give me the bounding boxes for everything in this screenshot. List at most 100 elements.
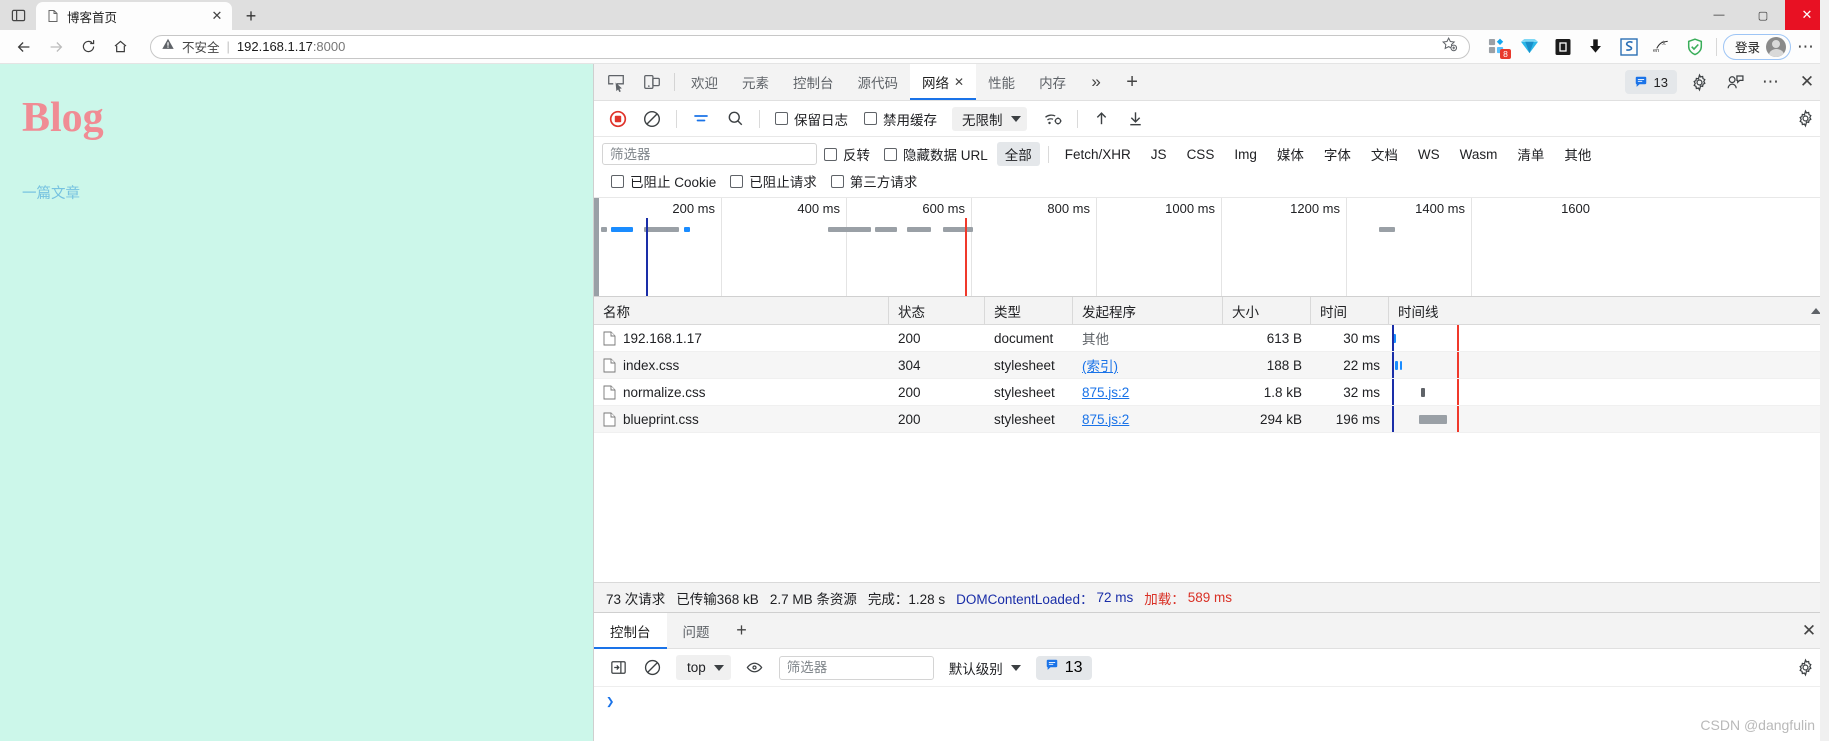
tab-network-close-icon[interactable]: ✕ [954,75,964,89]
tab-welcome[interactable]: 欢迎 [679,64,730,100]
extensions-puzzle-icon[interactable]: 8 [1482,33,1512,61]
overview-tick-label: 1600 [1561,201,1590,216]
devtools-more-icon[interactable]: ⋯ [1753,67,1789,97]
column-header-status[interactable]: 状态 [889,297,985,324]
column-header-size[interactable]: 大小 [1223,297,1311,324]
record-stop-icon[interactable] [602,105,634,133]
console-message-badge[interactable]: 13 [1035,655,1092,680]
invert-checkbox[interactable]: 反转 [824,144,870,164]
column-header-waterfall[interactable]: 时间线 [1389,297,1829,324]
device-toolbar-icon[interactable] [634,67,670,97]
filter-type-img[interactable]: Img [1226,145,1265,164]
import-har-icon[interactable] [1086,105,1118,133]
third-party-checkbox[interactable]: 第三方请求 [830,171,917,191]
network-settings-gear-icon[interactable] [1789,105,1821,133]
hide-data-urls-checkbox[interactable]: 隐藏数据 URL [884,144,988,164]
filter-type-css[interactable]: CSS [1179,145,1223,164]
initiator-link[interactable]: 875.js:2 [1082,412,1129,427]
diamond-extension-icon[interactable] [1515,33,1545,61]
column-header-type[interactable]: 类型 [985,297,1073,324]
browser-menu-icon[interactable]: ⋯ [1791,33,1821,61]
article-link[interactable]: 一篇文章 [22,182,593,203]
minimize-button[interactable]: — [1697,0,1741,30]
blocked-cookies-checkbox[interactable]: 已阻止 Cookie [611,171,716,191]
inspect-element-icon[interactable] [598,67,634,97]
tab-network[interactable]: 网络 ✕ [910,64,977,100]
console-settings-gear-icon[interactable] [1789,654,1821,682]
export-har-icon[interactable] [1120,105,1152,133]
tab-elements[interactable]: 元素 [730,64,781,100]
file-document-icon [603,331,616,346]
tab-memory[interactable]: 内存 [1027,64,1078,100]
browser-tab[interactable]: 博客首页 ✕ [36,2,232,30]
search-icon[interactable] [719,105,751,133]
table-row[interactable]: blueprint.css 200 stylesheet 875.js:2 29… [594,406,1829,433]
blocked-requests-checkbox[interactable]: 已阻止请求 [730,171,817,191]
tab-sources[interactable]: 源代码 [846,64,911,100]
console-context-selector[interactable]: top [676,655,731,680]
tab-performance[interactable]: 性能 [976,64,1027,100]
adblock-shield-icon[interactable] [1680,33,1710,61]
more-tabs-icon[interactable]: » [1078,67,1114,97]
filter-type-all[interactable]: 全部 [996,142,1040,166]
overview-request-bar [611,227,633,232]
sogou-extension-icon[interactable] [1614,33,1644,61]
home-icon[interactable] [104,32,136,62]
gear-icon[interactable] [1681,67,1717,97]
initiator-link[interactable]: 875.js:2 [1082,385,1129,400]
column-header-initiator[interactable]: 发起程序 [1073,297,1223,324]
initiator-link[interactable]: (索引) [1082,355,1118,375]
network-filter-input[interactable] [602,143,817,165]
console-filter-input[interactable] [778,655,934,680]
throttling-dropdown[interactable]: 无限制 [952,106,1027,131]
login-button[interactable]: 登录 [1722,33,1791,60]
tab-close-icon[interactable]: ✕ [208,7,226,25]
back-icon[interactable] [8,32,40,62]
column-header-time[interactable]: 时间 [1311,297,1389,324]
clear-console-icon[interactable] [636,654,668,682]
filter-type-font[interactable]: 字体 [1316,142,1359,166]
preserve-log-checkbox[interactable]: 保留日志 [775,109,848,129]
console-message-count-badge[interactable]: 13 [1624,70,1677,94]
filter-type-ws[interactable]: WS [1410,145,1448,164]
filter-type-js[interactable]: JS [1143,145,1175,164]
cell-name: index.css [594,352,889,378]
network-overview-timeline[interactable]: 200 ms 400 ms 600 ms 800 ms 1000 ms 1200… [594,198,1829,297]
devices-feedback-icon[interactable] [1717,67,1753,97]
dark-square-extension-icon[interactable] [1548,33,1578,61]
console-output[interactable]: ❯ [594,687,1829,741]
add-panel-icon[interactable]: + [1114,67,1150,97]
download-icon[interactable] [1581,33,1611,61]
console-log-level-selector[interactable]: 默认级别 [942,655,1028,680]
table-row[interactable]: 192.168.1.17 200 document 其他 613 B 30 ms [594,325,1829,352]
waterfall-bar [1395,361,1398,370]
maximize-button[interactable]: ▢ [1741,0,1785,30]
console-sidebar-icon[interactable] [602,654,634,682]
filter-type-doc[interactable]: 文档 [1363,142,1406,166]
drawer-tab-issues[interactable]: 问题 [667,613,726,649]
new-tab-button[interactable]: + [238,3,264,29]
filter-type-other[interactable]: 其他 [1556,142,1599,166]
filter-type-wasm[interactable]: Wasm [1452,145,1506,164]
table-row[interactable]: normalize.css 200 stylesheet 875.js:2 1.… [594,379,1829,406]
clear-network-icon[interactable] [636,105,668,133]
filter-type-fetch-xhr[interactable]: Fetch/XHR [1057,145,1139,164]
filter-icon[interactable] [685,105,717,133]
address-bar[interactable]: 不安全 | 192.168.1.17:8000 [150,34,1470,59]
reload-icon[interactable] [72,32,104,62]
translate-extension-icon[interactable]: 文 en [1647,33,1677,61]
table-row[interactable]: index.css 304 stylesheet (索引) 188 B 22 m… [594,352,1829,379]
network-conditions-icon[interactable] [1037,105,1069,133]
disable-cache-checkbox[interactable]: 禁用缓存 [864,109,937,129]
page-scrollbar[interactable] [1820,0,1829,741]
filter-type-media[interactable]: 媒体 [1269,142,1312,166]
drawer-tab-console[interactable]: 控制台 [594,612,667,649]
drawer-add-tab-icon[interactable]: + [726,616,758,646]
bookmark-star-icon[interactable] [1441,36,1459,58]
tab-console[interactable]: 控制台 [781,64,846,100]
tab-search-icon[interactable] [0,0,36,30]
filter-type-manifest[interactable]: 清单 [1509,142,1552,166]
column-header-name[interactable]: 名称 [594,297,889,324]
forward-icon[interactable] [40,32,72,62]
live-expression-icon[interactable] [739,654,771,682]
